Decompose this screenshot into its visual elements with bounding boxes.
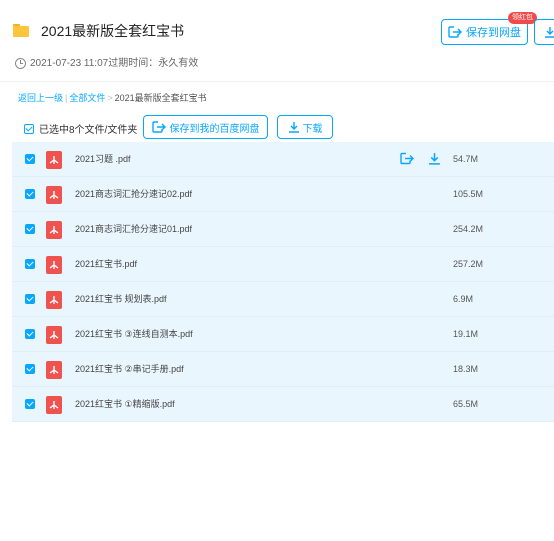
row-checkbox[interactable] (25, 224, 35, 234)
file-size: 65.5M (453, 399, 479, 409)
save-icon (151, 121, 166, 133)
pdf-icon (46, 256, 62, 274)
pdf-icon (46, 221, 62, 239)
download-button-top[interactable] (534, 19, 554, 45)
file-size: 18.3M (453, 364, 479, 374)
row-checkbox[interactable] (25, 154, 35, 164)
pdf-icon (46, 326, 62, 344)
pdf-icon (46, 361, 62, 379)
red-packet-badge[interactable]: 领红包 (508, 12, 537, 24)
file-row[interactable]: 2021红宝书 规划表.pdf 6.9M (12, 282, 554, 317)
breadcrumb-current: 2021最新版全套红宝书 (114, 93, 207, 103)
breadcrumb-separator: > (107, 93, 113, 103)
file-size: 19.1M (453, 329, 479, 339)
file-row[interactable]: 2021红宝书 ②串记手册.pdf 18.3M (12, 352, 554, 387)
pdf-icon (46, 151, 62, 169)
row-checkbox[interactable] (25, 329, 35, 339)
save-to-baidu-button[interactable]: 保存到我的百度网盘 (143, 115, 268, 139)
share-header: 2021最新版全套红宝书 2021-07-23 11:07过期时间：永久有效 保… (0, 0, 554, 82)
file-name[interactable]: 2021商志词汇抢分速记02.pdf (75, 188, 192, 200)
save-icon[interactable] (400, 152, 414, 165)
selected-count-text: 已选中8个文件/文件夹 (39, 125, 138, 136)
save-to-baidu-label: 保存到我的百度网盘 (169, 123, 260, 135)
save-to-netdisk-label: 保存到网盘 (466, 27, 521, 39)
breadcrumb-back-link[interactable]: 返回上一级 (18, 93, 63, 103)
download-icon[interactable] (428, 152, 441, 165)
row-actions (400, 152, 441, 165)
download-button[interactable]: 下载 (277, 115, 333, 139)
file-row[interactable]: 2021红宝书 ①精缩版.pdf 65.5M (12, 387, 554, 422)
select-all[interactable]: 已选中8个文件/文件夹 (24, 121, 137, 136)
file-name[interactable]: 2021红宝书 ②串记手册.pdf (75, 363, 184, 375)
file-size: 54.7M (453, 154, 479, 164)
download-icon (545, 27, 554, 38)
download-icon (288, 122, 299, 133)
folder-icon (13, 24, 29, 37)
breadcrumb-all-files-link[interactable]: 全部文件 (69, 93, 105, 103)
file-row[interactable]: 2021红宝书.pdf 257.2M (12, 247, 554, 282)
row-checkbox[interactable] (25, 294, 35, 304)
file-name[interactable]: 2021红宝书 ①精缩版.pdf (75, 398, 175, 410)
file-list: 2021习题 .pdf 54.7M 2021商志词汇抢分速记02.pdf 105… (12, 142, 554, 422)
file-name[interactable]: 2021红宝书 规划表.pdf (75, 293, 167, 305)
share-meta: 2021-07-23 11:07过期时间：永久有效 (15, 57, 198, 70)
file-name[interactable]: 2021红宝书.pdf (75, 258, 137, 270)
select-all-checkbox[interactable] (24, 123, 34, 134)
file-row[interactable]: 2021商志词汇抢分速记02.pdf 105.5M (12, 177, 554, 212)
page-title: 2021最新版全套红宝书 (41, 23, 185, 39)
pdf-icon (46, 396, 62, 414)
file-row[interactable]: 2021商志词汇抢分速记01.pdf 254.2M (12, 212, 554, 247)
file-name[interactable]: 2021习题 .pdf (75, 153, 131, 165)
pdf-icon (46, 186, 62, 204)
row-checkbox[interactable] (25, 259, 35, 269)
file-row[interactable]: 2021红宝书 ③连线自测本.pdf 19.1M (12, 317, 554, 352)
row-checkbox[interactable] (25, 364, 35, 374)
file-size: 6.9M (453, 294, 474, 304)
expiry-text: 2021-07-23 11:07过期时间：永久有效 (30, 58, 199, 69)
file-name[interactable]: 2021红宝书 ③连线自测本.pdf (75, 328, 193, 340)
file-size: 257.2M (453, 259, 484, 269)
file-size: 254.2M (453, 224, 484, 234)
row-checkbox[interactable] (25, 189, 35, 199)
breadcrumb: 返回上一级 | 全部文件 >2021最新版全套红宝书 (18, 93, 207, 103)
pdf-icon (46, 291, 62, 309)
download-label: 下载 (302, 123, 323, 135)
file-name[interactable]: 2021商志词汇抢分速记01.pdf (75, 223, 192, 235)
save-icon (448, 26, 462, 38)
row-checkbox[interactable] (25, 399, 35, 409)
file-row[interactable]: 2021习题 .pdf 54.7M (12, 142, 554, 177)
clock-icon (15, 58, 26, 69)
file-size: 105.5M (453, 189, 484, 199)
